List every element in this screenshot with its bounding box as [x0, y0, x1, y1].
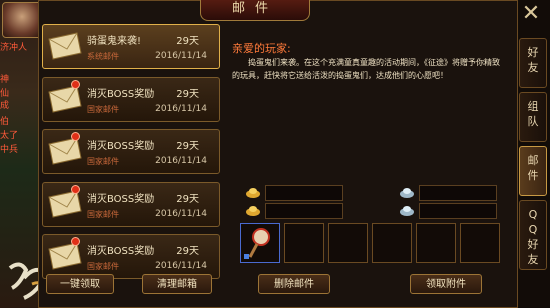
mail-date: 2016/11/14	[155, 104, 207, 114]
mail-category: 国家邮件	[87, 210, 119, 219]
envelope-icon	[48, 190, 82, 218]
mail-date: 2016/11/14	[155, 51, 207, 61]
mail-category: 国家邮件	[87, 262, 119, 271]
envelope-icon	[48, 85, 82, 113]
silver-ingot-icon	[400, 206, 414, 216]
tab-char: 邮	[527, 154, 539, 167]
unread-dot-icon	[71, 132, 80, 141]
tab-friends[interactable]: 好 友	[519, 38, 547, 88]
rattle-toy-icon	[244, 228, 270, 259]
hud-text: 神	[0, 75, 10, 85]
mail-days-left: 29天	[176, 36, 199, 47]
silver-ingot-icon	[400, 188, 414, 198]
hud-text: 成	[0, 101, 10, 111]
mail-body: 捣蛋鬼们来袭。在这个充满童真童趣的活动期间，《征途》将赠予你精致的玩具，赶快将它…	[232, 58, 500, 80]
tab-char: 友	[527, 253, 539, 266]
mail-title: 消灭BOSS奖励	[87, 246, 155, 257]
mail-date: 2016/11/14	[155, 156, 207, 166]
mail-date: 2016/11/14	[155, 261, 207, 271]
mail-days-left: 29天	[176, 89, 199, 100]
mail-title: 消灭BOSS奖励	[87, 141, 155, 152]
gold-ingot-icon	[246, 206, 260, 216]
delete-mail-button[interactable]: 删除邮件	[258, 274, 330, 294]
unread-dot-icon	[71, 80, 80, 89]
mail-list-item[interactable]: 消灭BOSS奖励 29天 国家邮件 2016/11/14	[42, 129, 220, 174]
mail-category: 国家邮件	[87, 105, 119, 114]
mail-days-left: 29天	[176, 141, 199, 152]
attachment-slot[interactable]	[240, 223, 280, 263]
unread-dot-icon	[71, 237, 80, 246]
mail-list: 骑蛋鬼来袭! 29天 系统邮件 2016/11/14 消灭BOSS奖励 29天 …	[42, 22, 224, 292]
window-title: 邮件	[200, 0, 310, 21]
mail-title: 消灭BOSS奖励	[87, 194, 155, 205]
collect-attachment-button[interactable]: 领取附件	[410, 274, 482, 294]
tab-char: 队	[527, 115, 539, 128]
silver-reward-row	[399, 185, 499, 201]
attachment-slot[interactable]	[416, 223, 456, 263]
unread-dot-icon	[71, 185, 80, 194]
gold-reward-row	[245, 185, 345, 201]
mail-list-item[interactable]: 消灭BOSS奖励 29天 国家邮件 2016/11/14	[42, 234, 220, 279]
mail-list-item[interactable]: 消灭BOSS奖励 29天 国家邮件 2016/11/14	[42, 182, 220, 227]
mail-detail: 亲爱的玩家: 捣蛋鬼们来袭。在这个充满童真童趣的活动期间，《征途》将赠予你精致的…	[225, 25, 517, 302]
tab-char: Q	[528, 223, 538, 236]
clear-mailbox-button[interactable]: 清理邮箱	[142, 274, 212, 294]
mail-list-item[interactable]: 骑蛋鬼来袭! 29天 系统邮件 2016/11/14	[42, 24, 220, 69]
attachment-slot[interactable]	[460, 223, 500, 263]
gold-bound-reward-row	[245, 203, 345, 219]
tab-char: 友	[527, 61, 539, 74]
envelope-icon	[48, 137, 82, 165]
player-avatar[interactable]	[2, 2, 42, 38]
tab-char: 组	[527, 100, 539, 113]
mail-title: 消灭BOSS奖励	[87, 89, 155, 100]
envelope-icon	[48, 32, 82, 60]
tab-char: Q	[528, 208, 538, 221]
reward-amount-field	[265, 185, 343, 201]
attachment-slot[interactable]	[372, 223, 412, 263]
mail-list-item[interactable]: 消灭BOSS奖励 29天 国家邮件 2016/11/14	[42, 77, 220, 122]
reward-amount-field	[265, 203, 343, 219]
hud-text: 太了	[0, 131, 19, 141]
mail-date: 2016/11/14	[155, 209, 207, 219]
reward-amount-field	[419, 203, 497, 219]
mail-days-left: 29天	[176, 194, 199, 205]
reward-amount-field	[419, 185, 497, 201]
tab-char: 件	[527, 169, 539, 182]
attachment-slot[interactable]	[284, 223, 324, 263]
tab-char: 好	[527, 46, 539, 59]
hud-text: 伯	[0, 117, 10, 127]
silver-bound-reward-row	[399, 203, 499, 219]
tab-team[interactable]: 组 队	[519, 92, 547, 142]
tab-char: 好	[527, 238, 539, 251]
mail-greeting: 亲爱的玩家:	[232, 42, 291, 55]
tab-qq-friends[interactable]: Q Q 好 友	[519, 200, 547, 270]
gold-ingot-icon	[246, 188, 260, 198]
tab-mail[interactable]: 邮 件	[519, 146, 547, 196]
mail-category: 系统邮件	[87, 52, 119, 61]
collect-all-button[interactable]: 一键领取	[46, 274, 114, 294]
mail-days-left: 29天	[176, 246, 199, 257]
attachment-slot[interactable]	[328, 223, 368, 263]
envelope-icon	[48, 242, 82, 270]
hud-text: 中兵	[0, 145, 19, 155]
hud-text: 济冲人	[0, 43, 28, 53]
mail-title: 骑蛋鬼来袭!	[87, 36, 142, 47]
close-icon[interactable]: ✕	[518, 2, 544, 28]
mail-category: 国家邮件	[87, 157, 119, 166]
